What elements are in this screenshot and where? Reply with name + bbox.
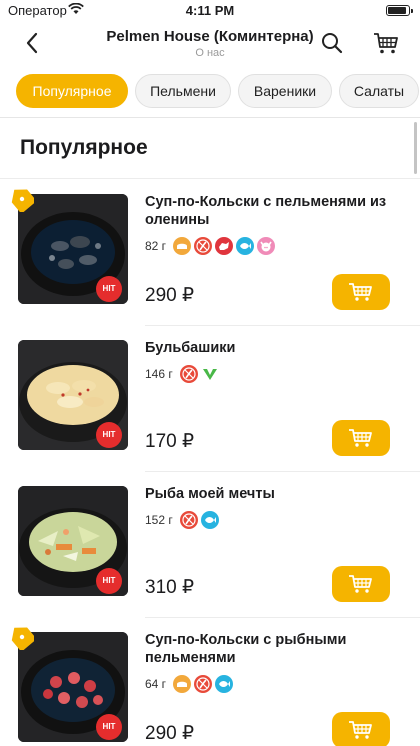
fish-icon xyxy=(215,675,234,693)
bread-icon xyxy=(173,675,192,693)
product-name[interactable]: Бульбашики xyxy=(145,339,395,357)
about-link[interactable]: О нас xyxy=(80,47,340,59)
tab-vareniki[interactable]: Вареники xyxy=(238,74,332,108)
product-weight: 146 г xyxy=(145,367,173,381)
product-card[interactable]: HIT Бульбашики 146 г 170 ₽ xyxy=(0,326,420,472)
fish-icon xyxy=(200,511,219,529)
product-name[interactable]: Суп-по-Кольски с пельменями из оленины xyxy=(145,193,395,229)
product-price: 310 ₽ xyxy=(145,577,195,598)
product-meta: 146 г xyxy=(145,364,219,384)
section-title: Популярное xyxy=(20,136,148,159)
product-weight: 152 г xyxy=(145,513,173,527)
scrollbar[interactable] xyxy=(414,122,417,174)
product-price: 170 ₽ xyxy=(145,431,195,452)
battery-icon xyxy=(386,5,413,16)
product-price: 290 ₽ xyxy=(145,285,195,306)
product-meta: 64 г xyxy=(145,674,234,694)
product-meta: 82 г xyxy=(145,236,276,256)
clock: 4:11 PM xyxy=(185,3,235,18)
hit-badge: HIT xyxy=(96,568,122,594)
no-spicy-icon xyxy=(194,237,213,255)
no-spicy-icon xyxy=(194,675,213,693)
product-weight: 64 г xyxy=(145,677,167,691)
add-to-cart-button[interactable] xyxy=(332,566,390,602)
add-to-cart-button[interactable] xyxy=(332,420,390,456)
hit-badge: HIT xyxy=(96,276,122,302)
discount-tag-icon xyxy=(10,624,37,652)
tab-pelmeni[interactable]: Пельмени xyxy=(135,74,231,108)
tab-popular[interactable]: Популярное xyxy=(16,74,128,108)
category-tabs: Популярное Пельмени Вареники Салаты xyxy=(0,66,420,118)
back-arrow-icon[interactable] xyxy=(20,30,46,56)
hit-badge: HIT xyxy=(96,714,122,740)
product-meta: 152 г xyxy=(145,510,219,530)
tab-salads[interactable]: Салаты xyxy=(339,74,419,108)
no-spicy-icon xyxy=(179,511,198,529)
hit-badge: HIT xyxy=(96,422,122,448)
status-bar: Оператор 4:11 PM xyxy=(0,0,420,22)
product-card[interactable]: HIT Суп-по-Кольски с пельменями из олени… xyxy=(0,180,420,326)
restaurant-title: Pelmen House (Коминтерна) xyxy=(106,28,314,45)
add-to-cart-button[interactable] xyxy=(332,712,390,746)
product-name[interactable]: Суп-по-Кольски с рыбными пельменями xyxy=(145,631,395,667)
vegetarian-icon xyxy=(201,365,219,383)
product-weight: 82 г xyxy=(145,239,167,253)
product-card[interactable]: HIT Суп-по-Кольски с рыбными пельменями … xyxy=(0,618,420,746)
meat-icon xyxy=(215,237,234,255)
fish-icon xyxy=(236,237,255,255)
cart-icon[interactable] xyxy=(372,30,400,56)
product-name[interactable]: Рыба моей мечты xyxy=(145,485,395,503)
search-icon[interactable] xyxy=(320,31,344,55)
product-price: 290 ₽ xyxy=(145,723,195,744)
add-to-cart-button[interactable] xyxy=(332,274,390,310)
no-spicy-icon xyxy=(179,365,198,383)
header-titles[interactable]: Pelmen House (Коминтерна) О нас xyxy=(80,28,340,59)
bread-icon xyxy=(173,237,192,255)
pig-icon xyxy=(257,237,276,255)
product-card[interactable]: HIT Рыба моей мечты 152 г 310 ₽ xyxy=(0,472,420,618)
section-divider xyxy=(0,178,420,179)
discount-tag-icon xyxy=(10,186,37,214)
navigation-bar: Pelmen House (Коминтерна) О нас xyxy=(0,22,420,66)
